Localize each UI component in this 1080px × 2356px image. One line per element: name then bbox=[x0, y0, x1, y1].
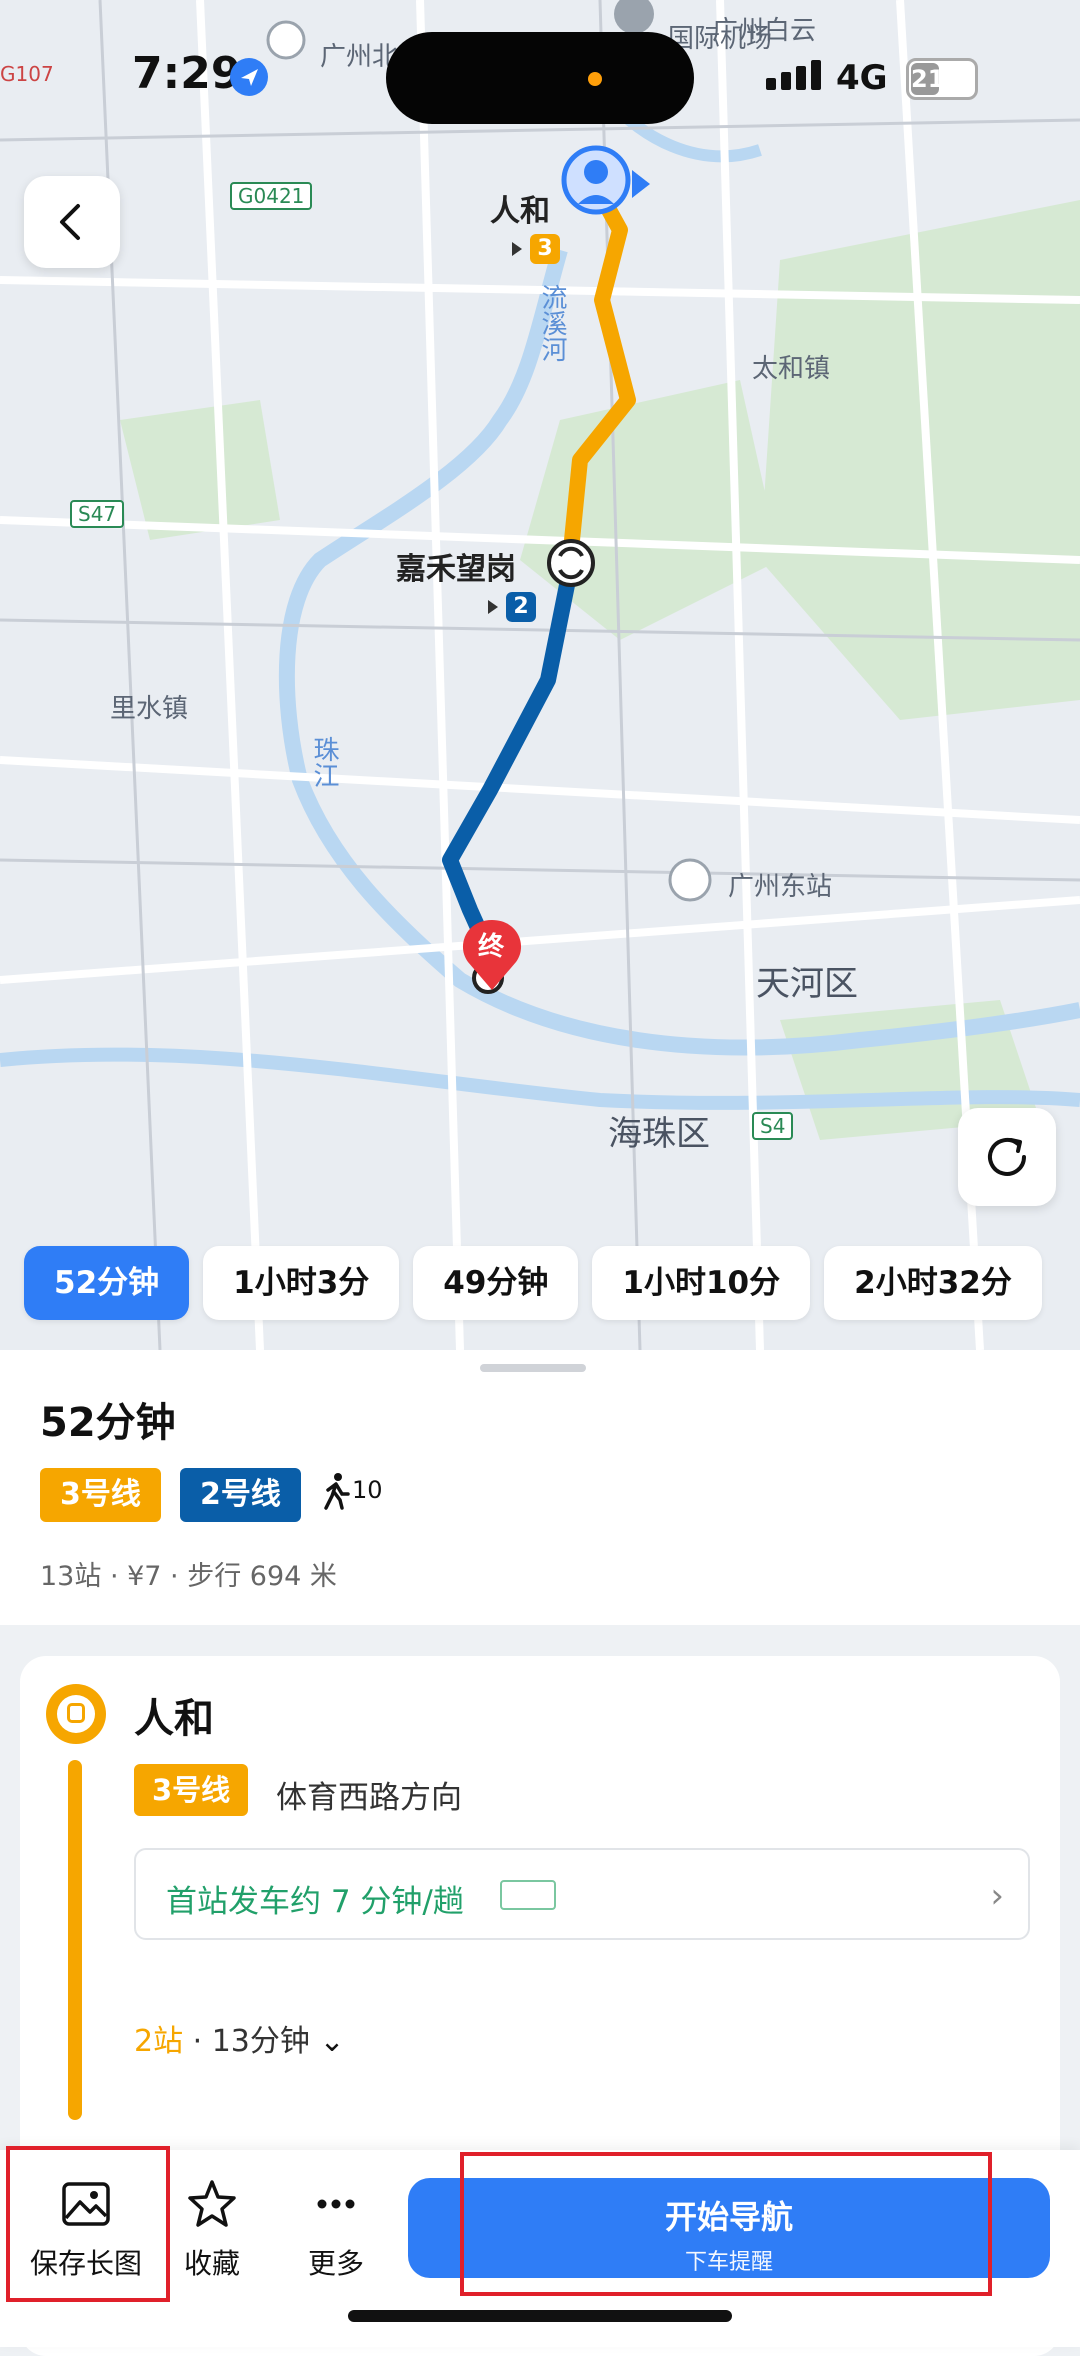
battery-icon: 21 bbox=[906, 58, 978, 100]
highlight-box-save bbox=[6, 2146, 170, 2302]
map-label-haizhu: 海珠区 bbox=[608, 1114, 710, 1154]
map-label-zhujiang: 珠江 bbox=[309, 736, 339, 788]
favorite-label: 收藏 bbox=[183, 2247, 240, 2280]
stops-toggle[interactable]: 2站 · 13分钟 ⌄ bbox=[134, 2016, 345, 2060]
walk-minutes: 10 bbox=[352, 1476, 383, 1504]
home-indicator bbox=[348, 2310, 732, 2322]
road-badge-s4: S4 bbox=[752, 1112, 794, 1140]
refresh-icon bbox=[988, 1138, 1026, 1176]
line2-tag: 2号线 bbox=[180, 1468, 301, 1522]
first-train-info[interactable]: 首站发车约 7 分钟/趟 › bbox=[134, 1848, 1030, 1940]
road-badge-s47: S47 bbox=[70, 500, 125, 528]
more-label: 更多 bbox=[307, 2247, 364, 2280]
back-button[interactable] bbox=[24, 176, 120, 268]
end-marker: 终 bbox=[478, 932, 505, 962]
line3-tag: 3号线 bbox=[40, 1468, 161, 1522]
chevron-right-icon: › bbox=[990, 1876, 1004, 1916]
line3-track bbox=[68, 1760, 82, 2120]
map-label-lishui: 里水镇 bbox=[110, 694, 189, 724]
star-icon bbox=[188, 2180, 236, 2227]
route-option-4[interactable]: 1小时10分 bbox=[592, 1246, 811, 1320]
highlight-box-nav bbox=[460, 2152, 992, 2296]
favorite-button[interactable]: 收藏 bbox=[152, 2172, 272, 2282]
route-option-1[interactable]: 52分钟 bbox=[24, 1246, 190, 1320]
more-button[interactable]: 更多 bbox=[276, 2172, 396, 2282]
boarding-station: 人和 bbox=[134, 1696, 214, 1742]
first-train-text: 首站发车约 7 分钟/趟 bbox=[166, 1884, 464, 1920]
location-arrow-icon bbox=[230, 58, 268, 96]
stops-count: 2站 bbox=[134, 2024, 184, 2059]
route-duration: 52分钟 bbox=[40, 1400, 176, 1446]
map-label-tianhe: 天河区 bbox=[756, 964, 858, 1004]
map-station-renhe: 人和 bbox=[490, 194, 550, 229]
route-option-5[interactable]: 2小时32分 bbox=[824, 1246, 1042, 1320]
map-label-liuxi: 流溪河 bbox=[537, 284, 567, 362]
chevron-left-icon bbox=[60, 204, 80, 240]
direction-text: 体育西路方向 bbox=[276, 1780, 462, 1816]
stops-time: · 13分钟 bbox=[183, 2024, 310, 2059]
chevron-down-icon: ⌄ bbox=[319, 2024, 345, 2059]
crowd-icon bbox=[500, 1880, 556, 1910]
road-badge-g107: G107 bbox=[0, 62, 54, 86]
map-label-guangzhou-east: 广州东站 bbox=[728, 872, 833, 902]
map-station-jiahewanggang: 嘉禾望岗 bbox=[396, 552, 516, 587]
route-option-2[interactable]: 1小时3分 bbox=[203, 1246, 400, 1320]
network-type: 4G bbox=[836, 58, 888, 98]
route-options: 52分钟 1小时3分 49分钟 1小时10分 2小时32分 bbox=[24, 1246, 1056, 1322]
route-summary-sheet: 52分钟 3号线 2号线 10 13站 · ¥7 · 步行 694 米 bbox=[0, 1350, 1080, 1625]
road-badge-g0421: G0421 bbox=[230, 182, 313, 210]
more-icon bbox=[317, 2199, 355, 2209]
line2-badge: 2 bbox=[488, 592, 536, 622]
map-label-taihe: 太和镇 bbox=[752, 354, 831, 384]
route-option-3[interactable]: 49分钟 bbox=[413, 1246, 579, 1320]
sheet-grabber[interactable] bbox=[480, 1364, 586, 1372]
metro-icon bbox=[46, 1684, 106, 1744]
map-view[interactable]: 广州白云 国际机场 广州北 G107 G0421 S47 S4 人和 3 流溪河… bbox=[0, 0, 1080, 1350]
line3-badge: 3 bbox=[512, 234, 560, 264]
route-details: 13站 · ¥7 · 步行 694 米 bbox=[40, 1561, 337, 1592]
signal-icon bbox=[766, 60, 826, 90]
walk-info: 10 bbox=[322, 1472, 383, 1510]
line3-label: 3号线 bbox=[134, 1764, 249, 1816]
dynamic-island bbox=[386, 32, 694, 124]
walk-icon bbox=[324, 1473, 350, 1510]
refresh-button[interactable] bbox=[958, 1108, 1056, 1206]
battery-level: 21 bbox=[911, 63, 945, 95]
status-time: 7:29 bbox=[132, 48, 242, 99]
